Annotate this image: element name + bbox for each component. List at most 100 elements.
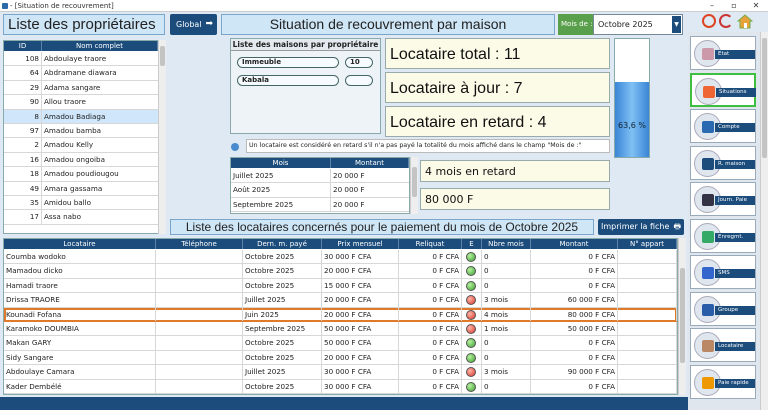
tenant-amount: 50 000 F CFA [531, 322, 618, 336]
tenant-price: 30 000 F CFA [322, 365, 399, 379]
tenant-rest: 0 F CFA [399, 379, 462, 393]
house-item[interactable]: Kabala [237, 75, 339, 86]
tenant-phone [156, 350, 243, 365]
tenant-row[interactable]: Kounadi Fofana Juin 2025 20 000 F CFA 0 F C… [4, 307, 677, 322]
owner-row[interactable]: 17 Assa nabo [4, 210, 158, 225]
col-montant[interactable]: Montant [531, 239, 618, 249]
tenant-row[interactable]: Hamadi traore Octobre 2025 15 000 F CFA 0 F… [4, 278, 677, 294]
owner-row[interactable]: 2 Amadou Kelly [4, 138, 158, 153]
months-scrollbar[interactable] [410, 157, 418, 214]
tenant-months: 3 mois [482, 365, 531, 379]
tenant-name: Sidy Sangare [4, 350, 156, 365]
sidebar-item-compte[interactable]: Compte [690, 109, 756, 143]
sidebar-item-r-maison[interactable]: R. maison [690, 145, 756, 180]
sidebar-item-label: Situations [716, 87, 756, 97]
sidebar-item-journ-paie[interactable]: Journ. Paie [690, 182, 756, 216]
tenant-rest: 0 F CFA [399, 293, 462, 307]
tenant-apt [618, 379, 677, 393]
month-row[interactable]: Septembre 2025 20 000 F [231, 197, 409, 213]
col-reliquat[interactable]: Reliquat [399, 239, 462, 249]
close-button[interactable]: ✕ [746, 0, 766, 12]
tenant-row[interactable]: Kader Dembélé Octobre 2025 30 000 F CFA 0 F… [4, 379, 677, 394]
tenant-row[interactable]: Abdoulaye Camara Juillet 2025 30 000 F CFA… [4, 365, 677, 380]
owner-row[interactable]: 97 Amadou bamba [4, 124, 158, 139]
stat-en-retard: Locataire en retard : 4 [385, 106, 610, 137]
owner-row[interactable]: 49 Amara gassama [4, 181, 158, 196]
refresh-icon[interactable] [719, 14, 733, 28]
print-button[interactable]: Imprimer la fiche 🖶 [598, 219, 684, 235]
tenants-scroll-thumb[interactable] [680, 268, 685, 363]
sidebar-scroll-thumb[interactable] [762, 38, 767, 158]
month-select[interactable]: Octobre 2025 ▼ [593, 14, 683, 35]
tenant-rest: 0 F CFA [399, 250, 462, 264]
app-icon [2, 3, 8, 9]
col-prix[interactable]: Prix mensuel [322, 239, 399, 249]
owner-row[interactable]: 18 Amadou poudiougou [4, 167, 158, 182]
sidebar-item-paie-rapide[interactable]: Paie rapide [690, 364, 756, 399]
owner-row[interactable]: 35 Amidou ballo [4, 196, 158, 211]
col-appart[interactable]: N° appart [618, 239, 677, 249]
sidebar-item-label: Paie rapide [715, 378, 755, 388]
sidebar-scrollbar[interactable] [760, 32, 768, 410]
sidebar-item-enregmt-[interactable]: Enregmt. [690, 218, 756, 253]
sidebar-item-situations[interactable]: Situations [690, 72, 756, 107]
sidebar-item-groupe[interactable]: Groupe [690, 291, 756, 326]
tenant-row[interactable]: Mamadou dicko Octobre 2025 20 000 F CFA 0 F… [4, 264, 677, 279]
tenant-amount: 0 F CFA [531, 278, 618, 293]
tenant-name: Abdoulaye Camara [4, 365, 156, 379]
month-row[interactable]: Août 2025 20 000 F [231, 183, 409, 198]
owners-scroll-thumb[interactable] [160, 46, 165, 66]
tenant-months: 3 mois [482, 293, 531, 307]
tenant-row[interactable]: Coumba wodoko Octobre 2025 30 000 F CFA 0 F… [4, 250, 677, 265]
col-etat[interactable]: E [462, 239, 482, 249]
owners-scrollbar[interactable] [158, 40, 166, 234]
tenant-row[interactable]: Karamoko DOUMBIA Septembre 2025 50 000 F C… [4, 322, 677, 337]
home-icon[interactable] [736, 13, 754, 29]
tenant-months: 0 [482, 250, 531, 264]
col-locataire[interactable]: Locataire [4, 239, 156, 249]
tenant-row[interactable]: Sidy Sangare Octobre 2025 20 000 F CFA 0 F … [4, 350, 677, 366]
tenant-apt [618, 293, 677, 307]
maximize-button[interactable]: ▫ [724, 0, 744, 12]
owner-id: 97 [4, 124, 42, 138]
col-montant[interactable]: Montant [331, 158, 409, 168]
owner-row[interactable]: 8 Amadou Badiaga [4, 109, 158, 124]
col-telephone[interactable]: Téléphone [156, 239, 243, 249]
owner-row[interactable]: 90 Allou traore [4, 95, 158, 110]
tenants-scrollbar[interactable] [678, 238, 686, 395]
owner-row[interactable]: 29 Adama sangare [4, 80, 158, 96]
owners-title-text: Liste des propriétaires [8, 16, 156, 33]
tenant-row[interactable]: Drissa TRAORE Juillet 2025 20 000 F CFA 0 F… [4, 293, 677, 308]
global-button[interactable]: Global ➡ [170, 14, 217, 35]
power-icon[interactable] [702, 14, 716, 28]
sidebar: Etat Situations Compte R. maison Journ. Paie… [688, 32, 768, 410]
sidebar-item-etat[interactable]: Etat [690, 36, 756, 70]
tenant-phone [156, 365, 243, 379]
tenant-row[interactable]: Makan GARY Octobre 2025 50 000 F CFA 0 F CF… [4, 336, 677, 351]
col-name[interactable]: Nom complet [42, 41, 158, 51]
owner-row[interactable]: 64 Abdramane diawara [4, 66, 158, 81]
col-dernier-mois[interactable]: Dern. m. payé [243, 239, 322, 249]
months-scroll-thumb[interactable] [412, 167, 417, 197]
owner-row[interactable]: 108 Abdoulaye traore [4, 52, 158, 67]
sidebar-item-sms[interactable]: SMS [690, 255, 756, 289]
tenant-amount: 90 000 F CFA [531, 365, 618, 379]
col-nbre-mois[interactable]: Nbre mois [482, 239, 531, 249]
owner-row[interactable]: 16 Amadou ongoiba [4, 152, 158, 168]
minimize-button[interactable]: – [702, 0, 722, 12]
stat-total: Locataire total : 11 [385, 38, 610, 69]
status-red-icon [466, 309, 476, 320]
house-item[interactable]: Immeuble [237, 57, 339, 68]
sidebar-item-label: Journ. Paie [715, 196, 755, 205]
tenant-last: Juillet 2025 [243, 293, 322, 307]
sidebar-item-locataire[interactable]: Locataire [690, 328, 756, 362]
gauge-fill [615, 81, 649, 157]
month-name: Juillet 2025 [231, 169, 331, 183]
month-row[interactable]: Juillet 2025 20 000 F [231, 169, 409, 184]
col-id[interactable]: ID [4, 41, 42, 51]
tenant-rest: 0 F CFA [399, 264, 462, 278]
col-mois[interactable]: Mois [231, 158, 331, 168]
owner-id: 16 [4, 152, 42, 167]
sidebar-item-label: Locataire [715, 342, 755, 351]
chevron-down-icon[interactable]: ▼ [672, 16, 681, 33]
